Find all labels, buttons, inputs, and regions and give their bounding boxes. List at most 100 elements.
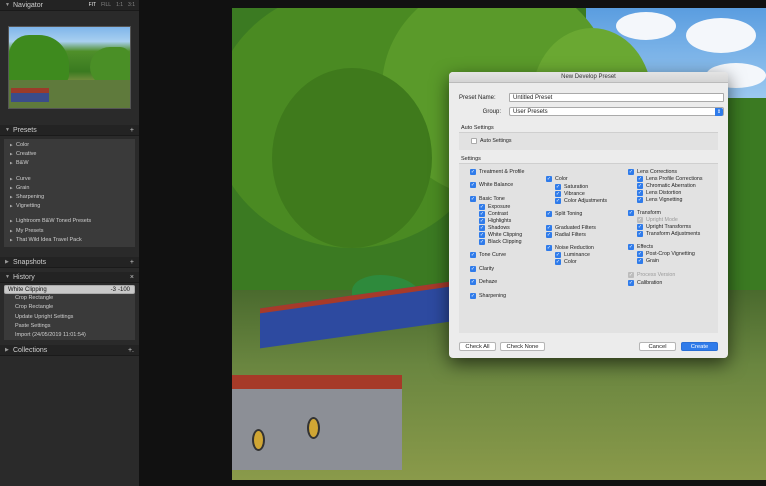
history-item[interactable]: White Clipping -3 -100 bbox=[4, 285, 135, 294]
highlights-checkbox[interactable]: ✓ Highlights bbox=[479, 218, 511, 224]
preset-folder[interactable]: Creative bbox=[4, 150, 135, 159]
history-item[interactable]: Crop Rectangle bbox=[4, 294, 135, 303]
zoom-fit[interactable]: FIT bbox=[89, 2, 97, 8]
preset-folder[interactable]: Vignetting bbox=[4, 202, 135, 211]
sharpening-checkbox[interactable]: ✓ Sharpening bbox=[470, 293, 506, 299]
add-preset-button[interactable]: + bbox=[130, 127, 134, 134]
presets-list: Color Creative B&W Curve Grain Sharpenin… bbox=[4, 139, 135, 247]
auto-settings-checkbox[interactable]: Auto Settings bbox=[471, 138, 512, 144]
preset-folder[interactable]: Lightroom B&W Toned Presets bbox=[4, 217, 135, 226]
color-adjustments-checkbox[interactable]: ✓ Color Adjustments bbox=[555, 198, 607, 204]
clarity-checkbox[interactable]: ✓ Clarity bbox=[470, 266, 494, 272]
lens-vignetting-checkbox[interactable]: ✓ Lens Vignetting bbox=[637, 197, 682, 203]
snapshots-title: Snapshots bbox=[13, 258, 47, 266]
dialog-title: New Develop Preset bbox=[449, 72, 728, 83]
preset-folder[interactable]: My Presets bbox=[4, 227, 135, 236]
process-version-checkbox: ✓ Process Version bbox=[628, 272, 676, 278]
auto-settings-box: Auto Settings bbox=[459, 132, 718, 150]
calibration-checkbox[interactable]: ✓ Calibration bbox=[628, 280, 662, 286]
collapse-triangle-icon: ▼ bbox=[5, 127, 10, 133]
check-all-button[interactable]: Check All bbox=[459, 342, 496, 351]
noise-color-checkbox[interactable]: ✓ Color bbox=[555, 259, 577, 265]
collapse-triangle-icon: ▶ bbox=[5, 347, 9, 353]
navigator-thumbnail[interactable] bbox=[8, 26, 131, 109]
saturation-checkbox[interactable]: ✓ Saturation bbox=[555, 184, 588, 190]
lightroom-develop-window: ▼ Navigator FIT FILL 1:1 3:1 ▼ Presets +… bbox=[0, 0, 766, 486]
select-arrows-icon: ⇕ bbox=[715, 108, 723, 116]
preset-folder[interactable]: B&W bbox=[4, 159, 135, 168]
history-title: History bbox=[13, 273, 35, 281]
history-header[interactable]: ▼ History × bbox=[0, 272, 139, 283]
white-balance-checkbox[interactable]: ✓ White Balance bbox=[470, 182, 513, 188]
tone-curve-checkbox[interactable]: ✓ Tone Curve bbox=[470, 252, 506, 258]
black-clipping-checkbox[interactable]: ✓ Black Clipping bbox=[479, 239, 522, 245]
split-toning-checkbox[interactable]: ✓ Split Toning bbox=[546, 211, 582, 217]
preset-name-input[interactable]: Untitled Preset bbox=[509, 93, 724, 102]
settings-box: ✓ Treatment & Profile ✓ White Balance ✓ Bas… bbox=[459, 163, 718, 333]
collapse-triangle-icon: ▼ bbox=[5, 2, 10, 8]
new-develop-preset-dialog: New Develop Preset Preset Name: Untitled… bbox=[449, 72, 728, 358]
radial-filters-checkbox[interactable]: ✓ Radial Filters bbox=[546, 232, 586, 238]
treatment-checkbox[interactable]: ✓ Treatment & Profile bbox=[470, 169, 524, 175]
luminance-checkbox[interactable]: ✓ Luminance bbox=[555, 252, 590, 258]
shadows-checkbox[interactable]: ✓ Shadows bbox=[479, 225, 510, 231]
upright-mode-checkbox: ✓ Upright Mode bbox=[637, 217, 678, 223]
preset-name-label: Preset Name: bbox=[459, 94, 496, 101]
graduated-filters-checkbox[interactable]: ✓ Graduated Filters bbox=[546, 225, 596, 231]
contrast-checkbox[interactable]: ✓ Contrast bbox=[479, 211, 508, 217]
zoom-3-1[interactable]: 3:1 bbox=[128, 2, 135, 8]
upright-transforms-checkbox[interactable]: ✓ Upright Transforms bbox=[637, 224, 691, 230]
navigator-header[interactable]: ▼ Navigator FIT FILL 1:1 3:1 bbox=[0, 0, 139, 11]
preset-folder[interactable]: Sharpening bbox=[4, 193, 135, 202]
preset-name-row: Preset Name: Untitled Preset bbox=[459, 93, 724, 102]
effects-checkbox[interactable]: ✓ Effects bbox=[628, 244, 653, 250]
transform-checkbox[interactable]: ✓ Transform bbox=[628, 210, 661, 216]
cancel-button[interactable]: Cancel bbox=[639, 342, 676, 351]
collapse-triangle-icon: ▶ bbox=[5, 259, 9, 265]
lens-corrections-checkbox[interactable]: ✓ Lens Corrections bbox=[628, 169, 677, 175]
settings-title: Settings bbox=[461, 156, 481, 162]
exposure-checkbox[interactable]: ✓ Exposure bbox=[479, 204, 510, 210]
group-select[interactable]: User Presets ⇕ bbox=[509, 107, 724, 116]
auto-settings-title: Auto Settings bbox=[461, 125, 494, 131]
presets-title: Presets bbox=[13, 126, 37, 134]
group-label: Group: bbox=[482, 108, 501, 115]
preset-folder[interactable]: Color bbox=[4, 141, 135, 150]
add-snapshot-button[interactable]: + bbox=[130, 259, 134, 266]
history-item[interactable]: Import (24/05/2019 11:01:54) bbox=[4, 331, 135, 340]
noise-reduction-checkbox[interactable]: ✓ Noise Reduction bbox=[546, 245, 594, 251]
zoom-fill[interactable]: FILL bbox=[101, 2, 111, 8]
preset-folder[interactable]: That Wild Idea Travel Pack bbox=[4, 236, 135, 245]
lens-distortion-checkbox[interactable]: ✓ Lens Distortion bbox=[637, 190, 681, 196]
create-button[interactable]: Create bbox=[681, 342, 718, 351]
color-checkbox[interactable]: ✓ Color bbox=[546, 176, 568, 182]
history-list: White Clipping -3 -100 Crop Rectangle Cr… bbox=[4, 285, 135, 341]
clear-history-button[interactable]: × bbox=[130, 274, 134, 281]
vibrance-checkbox[interactable]: ✓ Vibrance bbox=[555, 191, 585, 197]
add-collection-button[interactable]: +. bbox=[128, 347, 134, 354]
snapshots-header[interactable]: ▶ Snapshots + bbox=[0, 257, 139, 268]
left-panel: ▼ Navigator FIT FILL 1:1 3:1 ▼ Presets +… bbox=[0, 0, 139, 486]
preset-folder[interactable]: Curve bbox=[4, 175, 135, 184]
collections-header[interactable]: ▶ Collections +. bbox=[0, 345, 139, 356]
transform-adjustments-checkbox[interactable]: ✓ Transform Adjustments bbox=[637, 231, 700, 237]
zoom-options: FIT FILL 1:1 3:1 bbox=[89, 2, 135, 8]
basic-tone-checkbox[interactable]: ✓ Basic Tone bbox=[470, 196, 505, 202]
zoom-1-1[interactable]: 1:1 bbox=[116, 2, 123, 8]
collapse-triangle-icon: ▼ bbox=[5, 274, 10, 280]
check-none-button[interactable]: Check None bbox=[500, 342, 545, 351]
white-clipping-checkbox[interactable]: ✓ White Clipping bbox=[479, 232, 522, 238]
chromatic-aberration-checkbox[interactable]: ✓ Chromatic Aberration bbox=[637, 183, 696, 189]
history-item[interactable]: Update Upright Settings bbox=[4, 313, 135, 322]
history-item[interactable]: Paste Settings bbox=[4, 322, 135, 331]
post-crop-vignetting-checkbox[interactable]: ✓ Post-Crop Vignetting bbox=[637, 251, 695, 257]
grain-checkbox[interactable]: ✓ Grain bbox=[637, 258, 659, 264]
preset-folder[interactable]: Grain bbox=[4, 184, 135, 193]
group-row: Group: User Presets ⇕ bbox=[459, 107, 724, 116]
lens-profile-checkbox[interactable]: ✓ Lens Profile Corrections bbox=[637, 176, 703, 182]
dehaze-checkbox[interactable]: ✓ Dehaze bbox=[470, 279, 497, 285]
collections-title: Collections bbox=[13, 346, 48, 354]
history-item[interactable]: Crop Rectangle bbox=[4, 303, 135, 312]
navigator-title: Navigator bbox=[13, 1, 43, 9]
presets-header[interactable]: ▼ Presets + bbox=[0, 125, 139, 136]
